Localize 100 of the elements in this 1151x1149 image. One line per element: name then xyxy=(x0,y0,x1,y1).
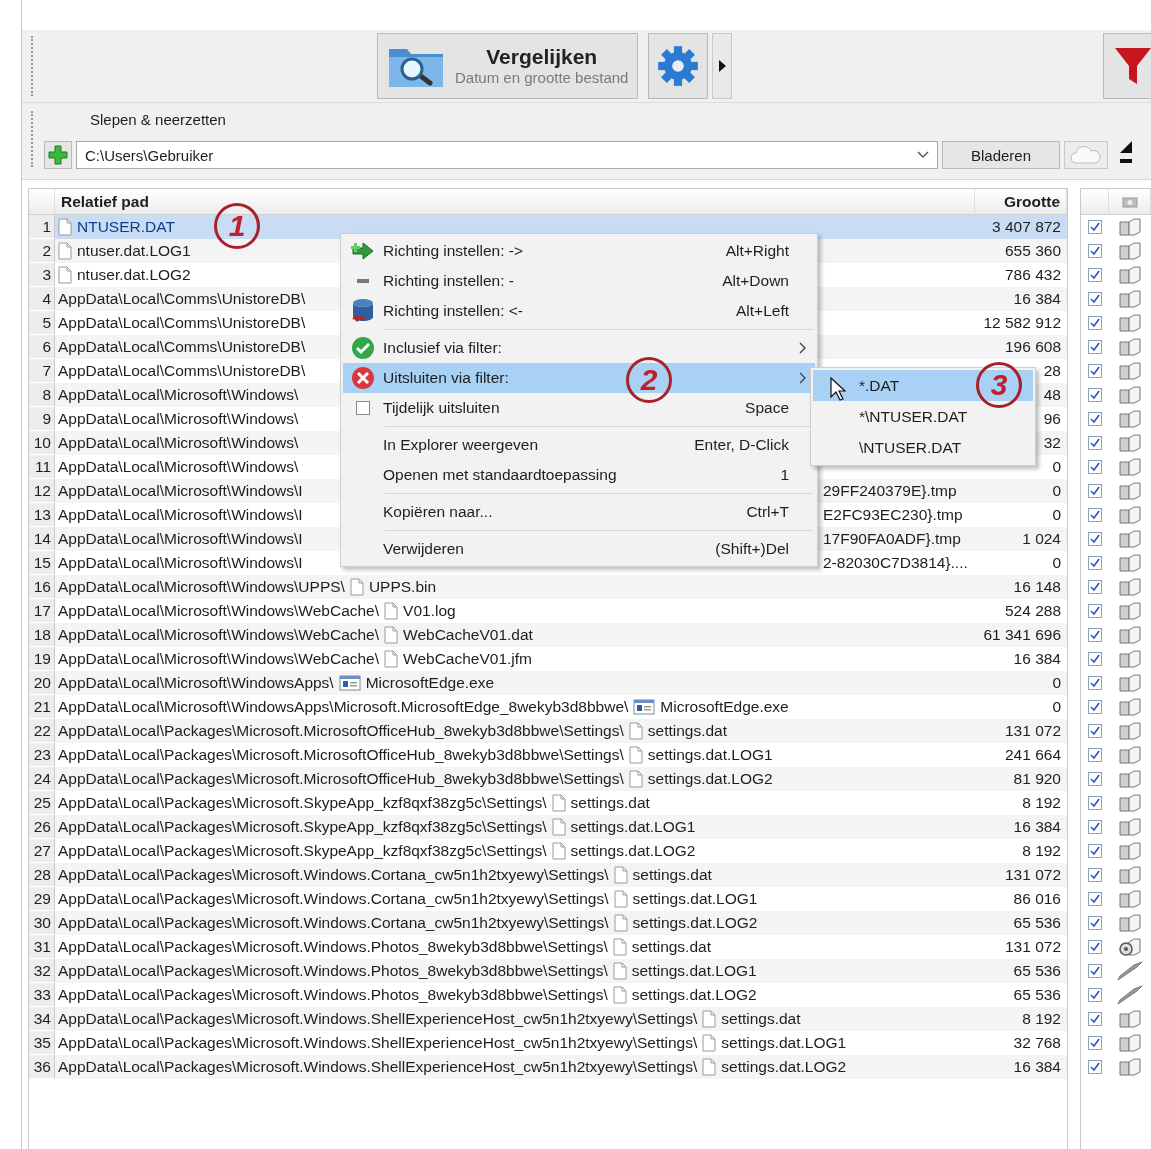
size-text: 196 608 xyxy=(1003,338,1062,356)
path-text: AppData\Local\Packages\Microsoft.Windows.Photos_8wekyb3d8bbwe\Settings\ xyxy=(58,986,608,1004)
path-text: AppData\Local\Microsoft\WindowsApps\ xyxy=(58,674,334,692)
row-number: 7 xyxy=(29,359,55,383)
row-number: 35 xyxy=(29,1031,55,1055)
size-text: 12 582 912 xyxy=(982,314,1062,332)
size-text: 16 384 xyxy=(1012,290,1062,308)
size-text: 65 536 xyxy=(1012,914,1062,932)
row-number: 3 xyxy=(29,263,55,287)
file-name: settings.dat.LOG1 xyxy=(570,818,696,836)
file-name: E2FC93EC230}.tmp xyxy=(823,506,963,524)
file-name: MicrosoftEdge.exe xyxy=(660,698,789,716)
path-text: AppData\Local\Packages\Microsoft.Windows.ShellExperienceHost_cw5n1h2txyewy\Settings\ xyxy=(58,1058,698,1076)
file-name: NTUSER.DAT xyxy=(77,218,175,236)
file-name: settings.dat.LOG2 xyxy=(570,842,696,860)
row-number: 22 xyxy=(29,719,55,743)
file-name: V01.log xyxy=(403,602,456,620)
row-number: 20 xyxy=(29,671,55,695)
drop-label: Slepen & neerzetten xyxy=(89,110,227,130)
file-name: settings.dat.LOG2 xyxy=(721,1058,847,1076)
file-name: settings.dat.LOG2 xyxy=(631,986,757,1004)
row-number: 33 xyxy=(29,983,55,1007)
row-number: 29 xyxy=(29,887,55,911)
size-text: 8 192 xyxy=(1021,842,1062,860)
size-text: 16 384 xyxy=(1012,650,1062,668)
path-text: AppData\Local\Microsoft\Windows\WebCache\ xyxy=(58,626,380,644)
row-number: 13 xyxy=(29,503,55,527)
size-text: 524 288 xyxy=(1003,602,1062,620)
size-text: 16 384 xyxy=(1012,1058,1062,1076)
file-name: settings.dat xyxy=(632,866,712,884)
path-text: AppData\Local\Packages\Microsoft.MicrosoftOfficeHub_8wekyb3d8bbwe\Settings\ xyxy=(58,746,624,764)
callout-number: 2 xyxy=(626,357,672,403)
row-number: 36 xyxy=(29,1055,55,1079)
path-text: AppData\Local\Packages\Microsoft.Windows.Cortana_cw5n1h2txyewy\Settings\ xyxy=(58,866,609,884)
row-number: 6 xyxy=(29,335,55,359)
size-text: 32 768 xyxy=(1012,1034,1062,1052)
path-text: AppData\Local\Microsoft\WindowsApps\Microsoft.MicrosoftEdge_8wekyb3d8bbwe\ xyxy=(58,698,629,716)
row-number: 11 xyxy=(29,455,55,479)
path-text: AppData\Local\Packages\Microsoft.Windows.Photos_8wekyb3d8bbwe\Settings\ xyxy=(58,938,608,956)
size-text: 86 016 xyxy=(1012,890,1062,908)
file-name: 29FF240379E}.tmp xyxy=(823,482,957,500)
path-text: AppData\Local\Packages\Microsoft.Windows.Photos_8wekyb3d8bbwe\Settings\ xyxy=(58,962,608,980)
size-text: 0 xyxy=(1051,506,1062,524)
row-number: 32 xyxy=(29,959,55,983)
path-text: AppData\Local\Microsoft\Windows\I xyxy=(58,554,303,572)
row-number: 24 xyxy=(29,767,55,791)
size-text: 96 xyxy=(1042,410,1062,428)
file-name: settings.dat.LOG1 xyxy=(647,746,773,764)
file-name: ntuser.dat.LOG1 xyxy=(77,242,191,260)
row-number: 28 xyxy=(29,863,55,887)
path-text: AppData\Local\Comms\UnistoreDB\ xyxy=(58,314,306,332)
path-text: AppData\Local\Packages\Microsoft.Windows.Cortana_cw5n1h2txyewy\Settings\ xyxy=(58,890,609,908)
row-number: 14 xyxy=(29,527,55,551)
path-text: AppData\Local\Microsoft\Windows\ xyxy=(58,410,299,428)
size-text: 131 072 xyxy=(1003,722,1062,740)
path-text: AppData\Local\Microsoft\Windows\ xyxy=(58,434,299,452)
file-name: settings.dat xyxy=(647,722,728,740)
row-number: 27 xyxy=(29,839,55,863)
path-text: AppData\Local\Packages\Microsoft.Windows.ShellExperienceHost_cw5n1h2txyewy\Settings\ xyxy=(58,1034,698,1052)
file-name: ntuser.dat.LOG2 xyxy=(77,266,191,284)
size-text: 131 072 xyxy=(1003,938,1062,956)
size-text: 655 360 xyxy=(1003,242,1062,260)
file-name: settings.dat.LOG1 xyxy=(721,1034,847,1052)
path-text: AppData\Local\Microsoft\Windows\I xyxy=(58,530,303,548)
size-text: 8 192 xyxy=(1021,794,1062,812)
row-number: 30 xyxy=(29,911,55,935)
size-text: 65 536 xyxy=(1012,962,1062,980)
path-text: AppData\Local\Comms\UnistoreDB\ xyxy=(58,290,306,308)
size-text: 0 xyxy=(1051,674,1062,692)
path-text: AppData\Local\Packages\Microsoft.MicrosoftOfficeHub_8wekyb3d8bbwe\Settings\ xyxy=(58,722,624,740)
row-number: 21 xyxy=(29,695,55,719)
file-name: 17F90FA0ADF}.tmp xyxy=(823,530,961,548)
row-number: 25 xyxy=(29,791,55,815)
size-text: 1 024 xyxy=(1021,530,1062,548)
path-text: AppData\Local\Packages\Microsoft.SkypeApp_kzf8qxf38zg5c\Settings\ xyxy=(58,818,547,836)
file-name: settings.dat xyxy=(631,938,711,956)
size-text: 16 384 xyxy=(1012,818,1062,836)
path-text: AppData\Local\Comms\UnistoreDB\ xyxy=(58,362,306,380)
row-number: 17 xyxy=(29,599,55,623)
path-text: AppData\Local\Packages\Microsoft.SkypeApp_kzf8qxf38zg5c\Settings\ xyxy=(58,794,547,812)
path-text: AppData\Local\Microsoft\Windows\I xyxy=(58,506,303,524)
path-text: AppData\Local\Microsoft\Windows\ xyxy=(58,386,299,404)
file-name: WebCacheV01.jfm xyxy=(403,650,532,668)
file-name: settings.dat.LOG1 xyxy=(631,962,757,980)
path-text: AppData\Local\Microsoft\Windows\UPPS\ xyxy=(58,578,345,596)
file-name: settings.dat.LOG2 xyxy=(647,770,773,788)
row-number: 15 xyxy=(29,551,55,575)
size-text: 0 xyxy=(1051,458,1062,476)
size-text: 16 148 xyxy=(1012,578,1062,596)
path-text: AppData\Local\Microsoft\Windows\ xyxy=(58,458,299,476)
row-number: 12 xyxy=(29,479,55,503)
size-text: 65 536 xyxy=(1012,986,1062,1004)
path-text: AppData\Local\Comms\UnistoreDB\ xyxy=(58,338,306,356)
size-text: 0 xyxy=(1051,482,1062,500)
row-number: 9 xyxy=(29,407,55,431)
row-number: 23 xyxy=(29,743,55,767)
size-text: 32 xyxy=(1042,434,1062,452)
path-text: AppData\Local\Microsoft\Windows\WebCache\ xyxy=(58,602,380,620)
size-text: 28 xyxy=(1042,362,1062,380)
size-text: 48 xyxy=(1042,386,1062,404)
